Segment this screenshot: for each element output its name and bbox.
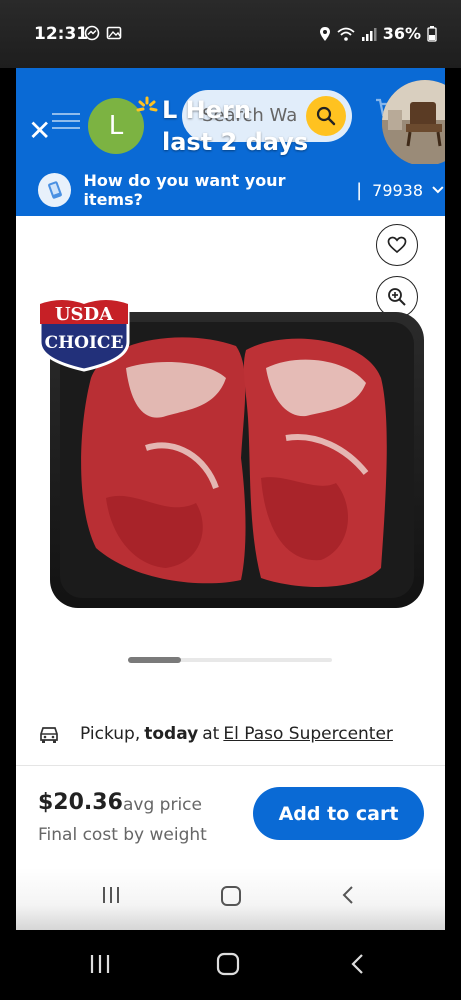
wifi-icon xyxy=(337,27,355,41)
product-image[interactable]: USDA CHOICE xyxy=(36,298,428,614)
location-icon xyxy=(319,26,330,41)
notification-photo[interactable] xyxy=(382,80,445,166)
fulfillment-zip: 79938 xyxy=(372,180,424,200)
menu-icon[interactable] xyxy=(52,108,80,134)
pickup-when: today xyxy=(144,724,199,744)
app-screen: ✕ L Search Wa L Hern last 2 days How do … xyxy=(16,68,445,930)
inner-recents-button[interactable] xyxy=(100,884,122,906)
recents-button[interactable] xyxy=(88,952,112,976)
spark-icon xyxy=(136,96,158,112)
inner-back-button[interactable] xyxy=(340,884,356,906)
close-icon[interactable]: ✕ xyxy=(28,114,51,147)
fulfillment-separator: | xyxy=(356,179,363,201)
phone-bag-icon xyxy=(38,173,72,207)
status-time: 12:31 xyxy=(34,24,89,44)
pickup-at: at xyxy=(202,724,220,744)
system-navigation-bar xyxy=(0,930,461,1000)
add-to-cart-button[interactable]: Add to cart xyxy=(253,787,424,840)
battery-icon xyxy=(427,25,437,42)
search-icon xyxy=(316,106,336,126)
fulfillment-selector[interactable]: How do you want your items? | 79938 xyxy=(16,164,445,216)
price-note: avg price xyxy=(123,795,202,815)
status-bar: 12:31 36% xyxy=(0,0,461,68)
battery-percent: 36% xyxy=(382,24,421,43)
carousel-thumb xyxy=(128,657,181,663)
home-icon xyxy=(216,952,240,976)
usda-choice-badge: USDA CHOICE xyxy=(38,298,130,372)
badge-top-text: USDA xyxy=(55,304,114,325)
notification-subtitle: last 2 days xyxy=(162,128,309,156)
status-right: 36% xyxy=(319,24,437,43)
home-button[interactable] xyxy=(215,951,241,977)
final-cost-note: Final cost by weight xyxy=(38,825,207,845)
inner-home-button[interactable] xyxy=(219,884,243,908)
home-icon xyxy=(221,886,241,906)
recents-icon xyxy=(90,955,110,973)
back-button[interactable] xyxy=(348,952,366,976)
favorite-button[interactable] xyxy=(376,224,418,266)
signal-icon xyxy=(361,27,377,41)
carousel-indicator[interactable] xyxy=(128,657,332,663)
inner-navigation-bar xyxy=(16,868,445,930)
car-icon xyxy=(40,727,58,743)
notification-title: L Hern xyxy=(162,96,251,124)
pickup-info: Pickup, today at El Paso Supercenter xyxy=(38,724,393,744)
search-button[interactable] xyxy=(306,96,346,136)
heart-icon xyxy=(387,236,407,254)
back-icon xyxy=(351,954,363,974)
gallery-icon xyxy=(106,26,122,40)
divider xyxy=(16,765,445,766)
fulfillment-question: How do you want your items? xyxy=(83,171,286,209)
back-icon xyxy=(342,886,353,904)
chevron-down-icon xyxy=(432,186,444,194)
status-notification-icons xyxy=(84,25,122,41)
chair-photo-icon xyxy=(382,80,445,166)
badge-bottom-text: CHOICE xyxy=(45,333,124,353)
recents-icon xyxy=(103,887,119,903)
pickup-prefix: Pickup, xyxy=(80,724,141,744)
messenger-icon xyxy=(84,25,100,41)
product-price: $20.36 xyxy=(38,790,123,815)
store-link[interactable]: El Paso Supercenter xyxy=(223,724,393,744)
